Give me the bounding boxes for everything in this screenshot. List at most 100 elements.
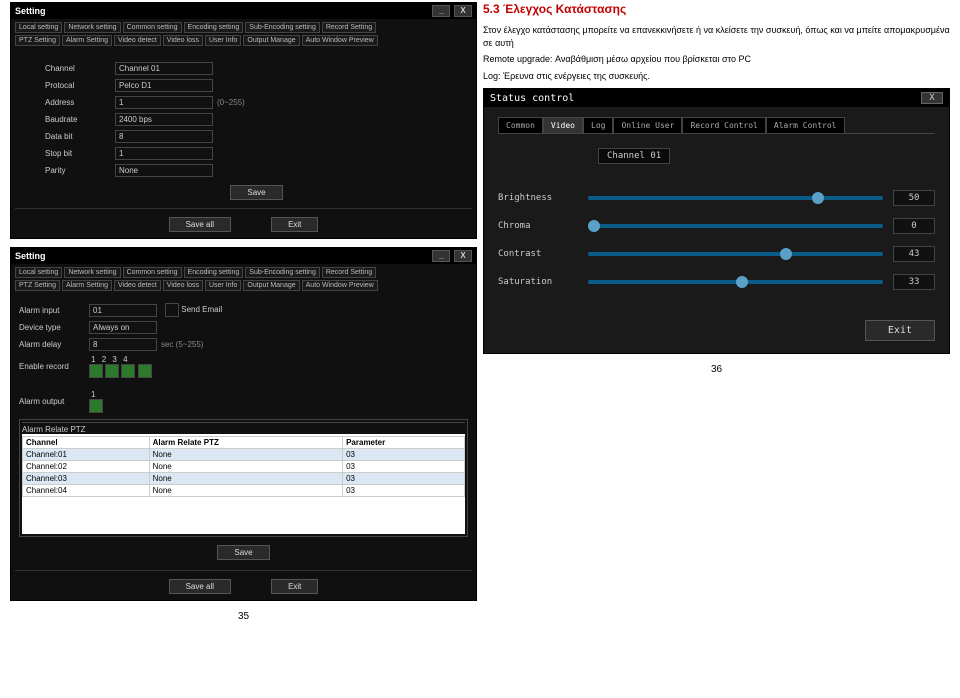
minimize-icon[interactable]: _ [432,5,450,17]
select-protocol[interactable]: Pelco D1 [115,79,213,92]
slider-handle[interactable] [736,276,748,288]
tab-local[interactable]: Local setting [15,267,62,278]
select-alarm-input[interactable]: 01 [89,304,157,317]
status-tab-record[interactable]: Record Control [682,117,765,133]
table-row[interactable]: Channel:03None03 [23,473,465,485]
tab-output[interactable]: Output Manage [243,35,299,46]
label-databit: Data bit [45,132,115,141]
label-parity: Parity [45,166,115,175]
exit-button[interactable]: Exit [865,320,935,341]
label-alarm-output: Alarm output [19,397,89,406]
slider-row-brightness: Brightness50 [498,190,935,206]
select-parity[interactable]: None [115,164,213,177]
window-titlebar: Setting _ X [11,248,476,264]
slider-row-chroma: Chroma0 [498,218,935,234]
tab-user[interactable]: User Info [205,280,241,291]
table-row[interactable]: Channel:01None03 [23,449,465,461]
save-all-button[interactable]: Save all [169,579,231,594]
status-tabs: Common Video Log Online User Record Cont… [498,117,935,134]
slider-handle[interactable] [812,192,824,204]
tab-sub-encoding[interactable]: Sub-Encoding setting [245,22,320,33]
exit-button[interactable]: Exit [271,579,318,594]
record-ch1-toggle[interactable] [89,364,103,378]
minimize-icon[interactable]: _ [432,250,450,262]
tab-network[interactable]: Network setting [64,267,120,278]
tab-vloss[interactable]: Video loss [163,35,203,46]
save-button[interactable]: Save [217,545,269,560]
slider-track[interactable] [588,224,883,228]
close-icon[interactable]: X [921,92,943,104]
slider-handle[interactable] [588,220,600,232]
tabs-row-2: PTZ Setting Alarm Setting Video detect V… [15,35,472,46]
alarm-out-1-toggle[interactable] [89,399,103,413]
tab-alarm[interactable]: Alarm Setting [62,280,112,291]
close-icon[interactable]: X [454,250,472,262]
label-enable-record: Enable record [19,362,89,371]
input-alarm-delay[interactable]: 8 [89,338,157,351]
tab-user[interactable]: User Info [205,35,241,46]
select-databit[interactable]: 8 [115,130,213,143]
select-stopbit[interactable]: 1 [115,147,213,160]
label-baud: Baudrate [45,115,115,124]
window-title: Setting [15,6,46,16]
label-stopbit: Stop bit [45,149,115,158]
slider-label: Contrast [498,249,588,259]
tab-sub-encoding[interactable]: Sub-Encoding setting [245,267,320,278]
channel-select[interactable]: Channel 01 [598,148,670,164]
tab-common[interactable]: Common setting [123,267,182,278]
record-ch4-toggle[interactable] [138,364,152,378]
tab-vdetect[interactable]: Video detect [114,280,161,291]
select-baud[interactable]: 2400 bps [115,113,213,126]
save-all-button[interactable]: Save all [169,217,231,232]
tab-vdetect[interactable]: Video detect [114,35,161,46]
select-device-type[interactable]: Always on [89,321,157,334]
slider-track[interactable] [588,196,883,200]
tab-record[interactable]: Record Setting [322,267,376,278]
save-button[interactable]: Save [230,185,282,200]
alarm-relate-table: Channel Alarm Relate PTZ Parameter Chann… [22,436,465,497]
section-heading: 5.3 Έλεγχος Κατάστασης [483,2,950,16]
tab-output[interactable]: Output Manage [243,280,299,291]
tab-autowin[interactable]: Auto Window Preview [302,280,378,291]
label-channel: Channel [45,64,115,73]
settings-window-ptz: Setting _ X Local setting Network settin… [10,2,477,239]
table-row[interactable]: Channel:04None03 [23,485,465,497]
select-channel[interactable]: Channel 01 [115,62,213,75]
status-tab-alarm[interactable]: Alarm Control [766,117,845,133]
settings-window-alarm: Setting _ X Local setting Network settin… [10,247,477,601]
tab-local[interactable]: Local setting [15,22,62,33]
label-alarm-input: Alarm input [19,306,89,315]
slider-track[interactable] [588,280,883,284]
tab-ptz[interactable]: PTZ Setting [15,35,60,46]
status-tab-common[interactable]: Common [498,117,543,133]
checkbox-send-email[interactable]: Send Email [165,303,222,317]
fieldset-label: Alarm Relate PTZ [22,422,465,434]
status-tab-online[interactable]: Online User [613,117,682,133]
slider-row-contrast: Contrast43 [498,246,935,262]
label-address: Address [45,98,115,107]
slider-value: 50 [893,190,935,206]
exit-button[interactable]: Exit [271,217,318,232]
tab-encoding[interactable]: Encoding setting [184,22,244,33]
th-channel: Channel [23,437,150,449]
tab-ptz[interactable]: PTZ Setting [15,280,60,291]
slider-value: 0 [893,218,935,234]
tab-vloss[interactable]: Video loss [163,280,203,291]
slider-track[interactable] [588,252,883,256]
record-ch2-toggle[interactable] [105,364,119,378]
tab-alarm[interactable]: Alarm Setting [62,35,112,46]
table-row[interactable]: Channel:02None03 [23,461,465,473]
close-icon[interactable]: X [454,5,472,17]
input-address[interactable]: 1 [115,96,213,109]
tab-network[interactable]: Network setting [64,22,120,33]
tab-autowin[interactable]: Auto Window Preview [302,35,378,46]
tab-encoding[interactable]: Encoding setting [184,267,244,278]
status-tab-log[interactable]: Log [583,117,613,133]
page-number-left: 35 [10,611,477,622]
record-ch3-toggle[interactable] [121,364,135,378]
slider-label: Saturation [498,277,588,287]
status-tab-video[interactable]: Video [543,117,583,133]
tab-record[interactable]: Record Setting [322,22,376,33]
tab-common[interactable]: Common setting [123,22,182,33]
slider-handle[interactable] [780,248,792,260]
